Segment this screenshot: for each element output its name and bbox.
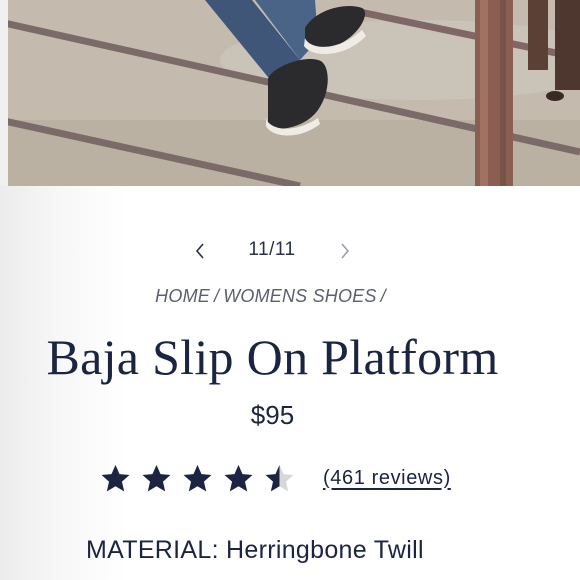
product-photo-graphic [0, 0, 580, 186]
image-counter: 11/11 [248, 239, 296, 260]
next-image-button[interactable] [330, 236, 360, 266]
product-image [0, 0, 580, 186]
image-edge [0, 0, 8, 186]
product-rating: (461 reviews) [100, 458, 451, 498]
product-price: $95 [250, 400, 295, 430]
material-detail: MATERIAL: Herringbone Twill [86, 536, 424, 564]
star-full-icon [101, 464, 130, 491]
breadcrumb-womens-shoes-link[interactable]: WOMENS SHOES [223, 286, 376, 306]
breadcrumb-home-link[interactable]: HOME [155, 286, 210, 306]
breadcrumb-separator: / [213, 286, 220, 306]
star-full-icon [224, 464, 253, 491]
breadcrumb: HOME / WOMENS SHOES / [0, 286, 545, 307]
previous-image-button[interactable] [185, 236, 215, 266]
reviews-link[interactable]: (461 reviews) [323, 467, 451, 490]
breadcrumb-separator: / [380, 286, 386, 306]
star-full-icon [183, 464, 212, 491]
star-half-icon [265, 464, 294, 491]
rating-stars[interactable] [100, 463, 305, 494]
gallery-pager: 11/11 [0, 236, 580, 266]
product-title: Baja Slip On Platform [46, 329, 499, 385]
chevron-left-icon [195, 243, 204, 259]
chevron-right-icon [341, 243, 350, 259]
star-full-icon [142, 464, 171, 491]
